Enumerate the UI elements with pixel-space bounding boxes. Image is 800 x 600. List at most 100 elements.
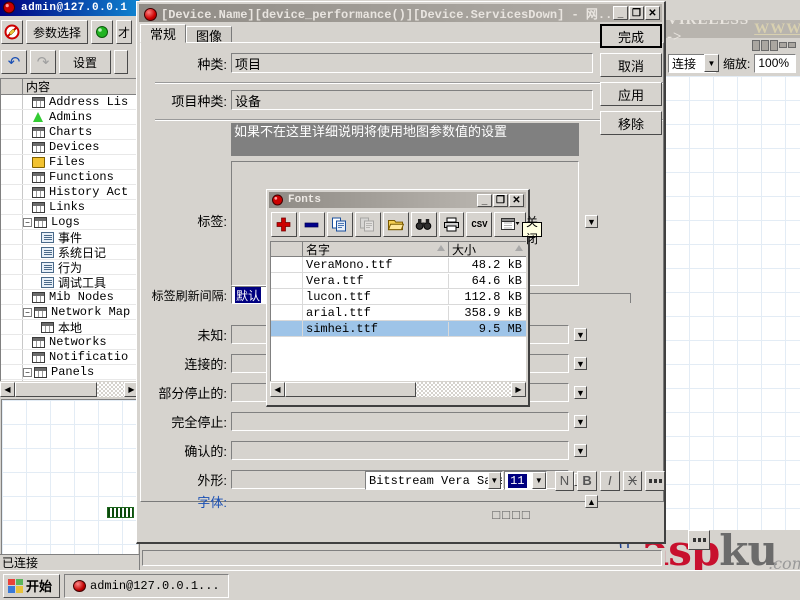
tree-item[interactable]: 本地	[1, 320, 139, 335]
tab-general[interactable]: 常规	[140, 24, 187, 43]
state-field-dropdown-arrow-icon[interactable]: ▼	[574, 444, 587, 457]
tree-item[interactable]: Networks	[1, 335, 139, 350]
redo-button[interactable]: ↷	[30, 50, 56, 74]
tree-item[interactable]: History Act	[1, 185, 139, 200]
toolbar-overflow-button[interactable]: 才	[116, 20, 133, 44]
tree-item[interactable]: Admins	[1, 110, 139, 125]
finish-button[interactable]: 完成	[600, 24, 662, 48]
green-status-icon[interactable]	[91, 20, 114, 44]
tree-horizontal-scrollbar[interactable]: ◀ ▶	[0, 381, 139, 398]
font-name-dropdown-arrow-icon[interactable]: ▼	[487, 472, 502, 489]
tree-item[interactable]: Notificatio	[1, 350, 139, 365]
fonts-close-button[interactable]: ✕	[509, 193, 524, 207]
label-dropdown-arrow-icon[interactable]: ▼	[585, 215, 598, 228]
fonts-table-row[interactable]: Vera.ttf 64.6 kB	[271, 272, 526, 289]
find-icon[interactable]	[410, 212, 437, 237]
fonts-minimize-button[interactable]: _	[477, 193, 492, 207]
state-field-dropdown-arrow-icon[interactable]: ▼	[574, 328, 587, 341]
tree-item[interactable]: Charts	[1, 125, 139, 140]
scroll-left-arrow-icon[interactable]: ◀	[0, 382, 15, 397]
tree-item[interactable]: 系统日记	[1, 245, 139, 260]
tree-item[interactable]: − Network Map	[1, 305, 139, 320]
toolbar-segment-icon[interactable]	[752, 39, 760, 51]
maximize-button[interactable]: ❐	[629, 6, 644, 20]
state-field-dropdown-arrow-icon[interactable]: ▼	[574, 386, 587, 399]
fonts-table[interactable]: 名字 大小 VeraMono.ttf 48.2 kB Vera.ttf 64.6 kB…	[270, 241, 526, 381]
fonts-table-row[interactable]: simhei.ttf 9.5 MB	[271, 320, 526, 337]
bold-style-button[interactable]: B	[577, 470, 597, 491]
tree-body[interactable]: Address Lis Admins Charts Devices Files Funct…	[1, 95, 139, 395]
apply-button[interactable]: 应用	[600, 82, 662, 106]
undo-button[interactable]: ↶	[1, 50, 27, 74]
italic-style-button[interactable]: I	[599, 470, 620, 491]
toolbar-segment-icon[interactable]	[788, 42, 796, 48]
parameter-select-button[interactable]: 参数选择	[26, 20, 89, 44]
font-more-button[interactable]	[645, 470, 666, 491]
state-field-dropdown-arrow-icon[interactable]: ▼	[574, 415, 587, 428]
fonts-table-row[interactable]: arial.ttf 358.9 kB	[271, 304, 526, 321]
csv-icon[interactable]: CSV	[466, 212, 493, 237]
fonts-col-name[interactable]: 名字	[303, 242, 449, 257]
print-icon[interactable]	[438, 212, 465, 237]
toolbar-segment-icon[interactable]	[779, 42, 787, 48]
fonts-scroll-track[interactable]	[285, 382, 511, 397]
close-button[interactable]: ✕	[645, 6, 660, 20]
right-window-title-link[interactable]: WWW	[754, 21, 800, 38]
font-size-dropdown-arrow-icon[interactable]: ▼	[532, 472, 546, 489]
normal-style-button[interactable]: N	[554, 470, 575, 491]
tree-item[interactable]: Links	[1, 200, 139, 215]
state-field-input[interactable]	[231, 441, 569, 460]
fonts-table-row[interactable]: lucon.ttf 112.8 kB	[271, 288, 526, 305]
scroll-thumb[interactable]	[15, 382, 97, 397]
tree-item[interactable]: 事件	[1, 230, 139, 245]
right-window-titlebar[interactable]: VIRELESS -> WWW	[665, 20, 800, 45]
tree-expander-icon[interactable]: −	[23, 307, 32, 317]
tree-item[interactable]: 调试工具	[1, 275, 139, 290]
map-node-icon[interactable]	[107, 507, 134, 518]
connection-combo-arrow-icon[interactable]: ▼	[704, 54, 719, 72]
settings-button[interactable]: 设置	[59, 50, 111, 74]
right-window-canvas[interactable]	[665, 76, 800, 530]
minimize-button[interactable]: _	[613, 6, 628, 20]
font-name-combo[interactable]: Bitstream Vera Sans	[365, 471, 503, 490]
copy-icon[interactable]	[326, 212, 353, 237]
tree-item[interactable]: Devices	[1, 140, 139, 155]
fonts-scroll-left-arrow-icon[interactable]: ◀	[270, 382, 285, 397]
item-kind-input[interactable]: 设备	[231, 90, 593, 110]
fonts-scroll-thumb[interactable]	[285, 382, 416, 397]
toolbar-segment-icon[interactable]	[761, 39, 769, 51]
strikethrough-style-button[interactable]: X	[622, 470, 643, 491]
remove-icon[interactable]	[298, 212, 325, 237]
tree-item[interactable]: 行为	[1, 260, 139, 275]
state-field-input[interactable]	[231, 412, 569, 431]
fonts-dialog-titlebar[interactable]: Fonts _ ❐ ✕	[269, 192, 526, 208]
extra-more-button[interactable]	[688, 530, 710, 550]
add-icon[interactable]	[271, 212, 297, 237]
toolbar-overflow-button-2[interactable]	[114, 50, 128, 74]
tree-item[interactable]: Files	[1, 155, 139, 170]
start-button[interactable]: 开始	[3, 573, 61, 598]
open-folder-icon[interactable]	[382, 212, 409, 237]
fonts-maximize-button[interactable]: ❐	[493, 193, 508, 207]
kind-input[interactable]: 项目	[231, 53, 593, 73]
tab-image[interactable]: 图像	[186, 26, 233, 44]
tree-item[interactable]: Functions	[1, 170, 139, 185]
tree-expander-icon[interactable]: −	[23, 217, 32, 227]
fonts-horizontal-scrollbar[interactable]: ◀ ▶	[270, 381, 526, 398]
state-field-dropdown-arrow-icon[interactable]: ▼	[574, 357, 587, 370]
fonts-table-body[interactable]: VeraMono.ttf 48.2 kB Vera.ttf 64.6 kB lucon.…	[271, 256, 526, 337]
scroll-track[interactable]	[15, 382, 124, 397]
no-entry-icon[interactable]	[1, 20, 23, 44]
tree-item[interactable]: Address Lis	[1, 95, 139, 110]
tree-item[interactable]: − Panels	[1, 365, 139, 380]
background-window-titlebar[interactable]: admin@127.0.0.1	[0, 0, 139, 16]
dialog-titlebar[interactable]: [Device.Name][device_performance()][Devi…	[139, 4, 662, 22]
taskbar-item-admin[interactable]: admin@127.0.0.1...	[64, 573, 229, 598]
zoom-input[interactable]: 100%	[754, 53, 797, 73]
tree-item[interactable]: Mib Nodes	[1, 290, 139, 305]
network-map-canvas[interactable]	[1, 399, 138, 554]
tree-expander-icon[interactable]: −	[23, 367, 32, 377]
toolbar-segment-icon[interactable]	[770, 39, 778, 51]
fonts-table-row[interactable]: VeraMono.ttf 48.2 kB	[271, 256, 526, 273]
cancel-button[interactable]: 取消	[600, 53, 662, 77]
